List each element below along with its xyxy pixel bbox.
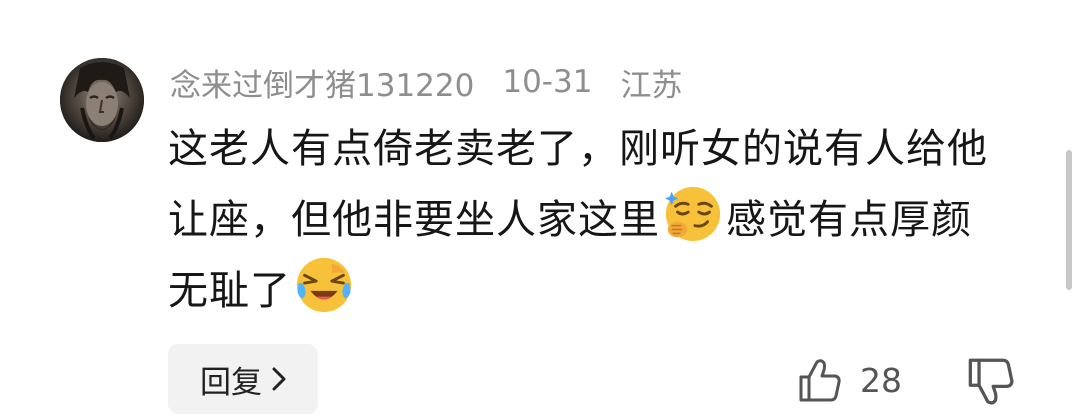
comment-card: 念来过倒才猪131220 10-31 江苏 这老人有点倚老卖老了，刚听女的说有人… [0,0,1076,419]
chevron-right-icon [272,367,286,391]
reply-button-label: 回复 [200,364,262,401]
comment-text: 这老人有点倚老卖老了，刚听女的说有人给他让座，但他非要坐人家这里 感觉有点厚颜无… [168,116,998,325]
avatar-image [60,58,144,142]
avatar[interactable] [60,58,144,142]
laughing-crying-emoji-icon [296,257,352,313]
like-count: 28 [860,360,902,400]
smirk-emoji-icon [664,186,721,242]
comment-date: 10-31 [502,64,593,100]
scrollbar[interactable] [1066,150,1072,290]
reply-button[interactable]: 回复 [168,344,318,414]
username[interactable]: 念来过倒才猪131220 [170,60,474,105]
comment-location: 江苏 [620,67,683,104]
thumbs-up-icon [799,359,841,402]
comment-meta: 念来过倒才猪131220 10-31 江苏 [170,60,683,105]
like-button[interactable]: 28 [798,354,902,406]
thumbs-down-icon[interactable] [966,357,1016,407]
